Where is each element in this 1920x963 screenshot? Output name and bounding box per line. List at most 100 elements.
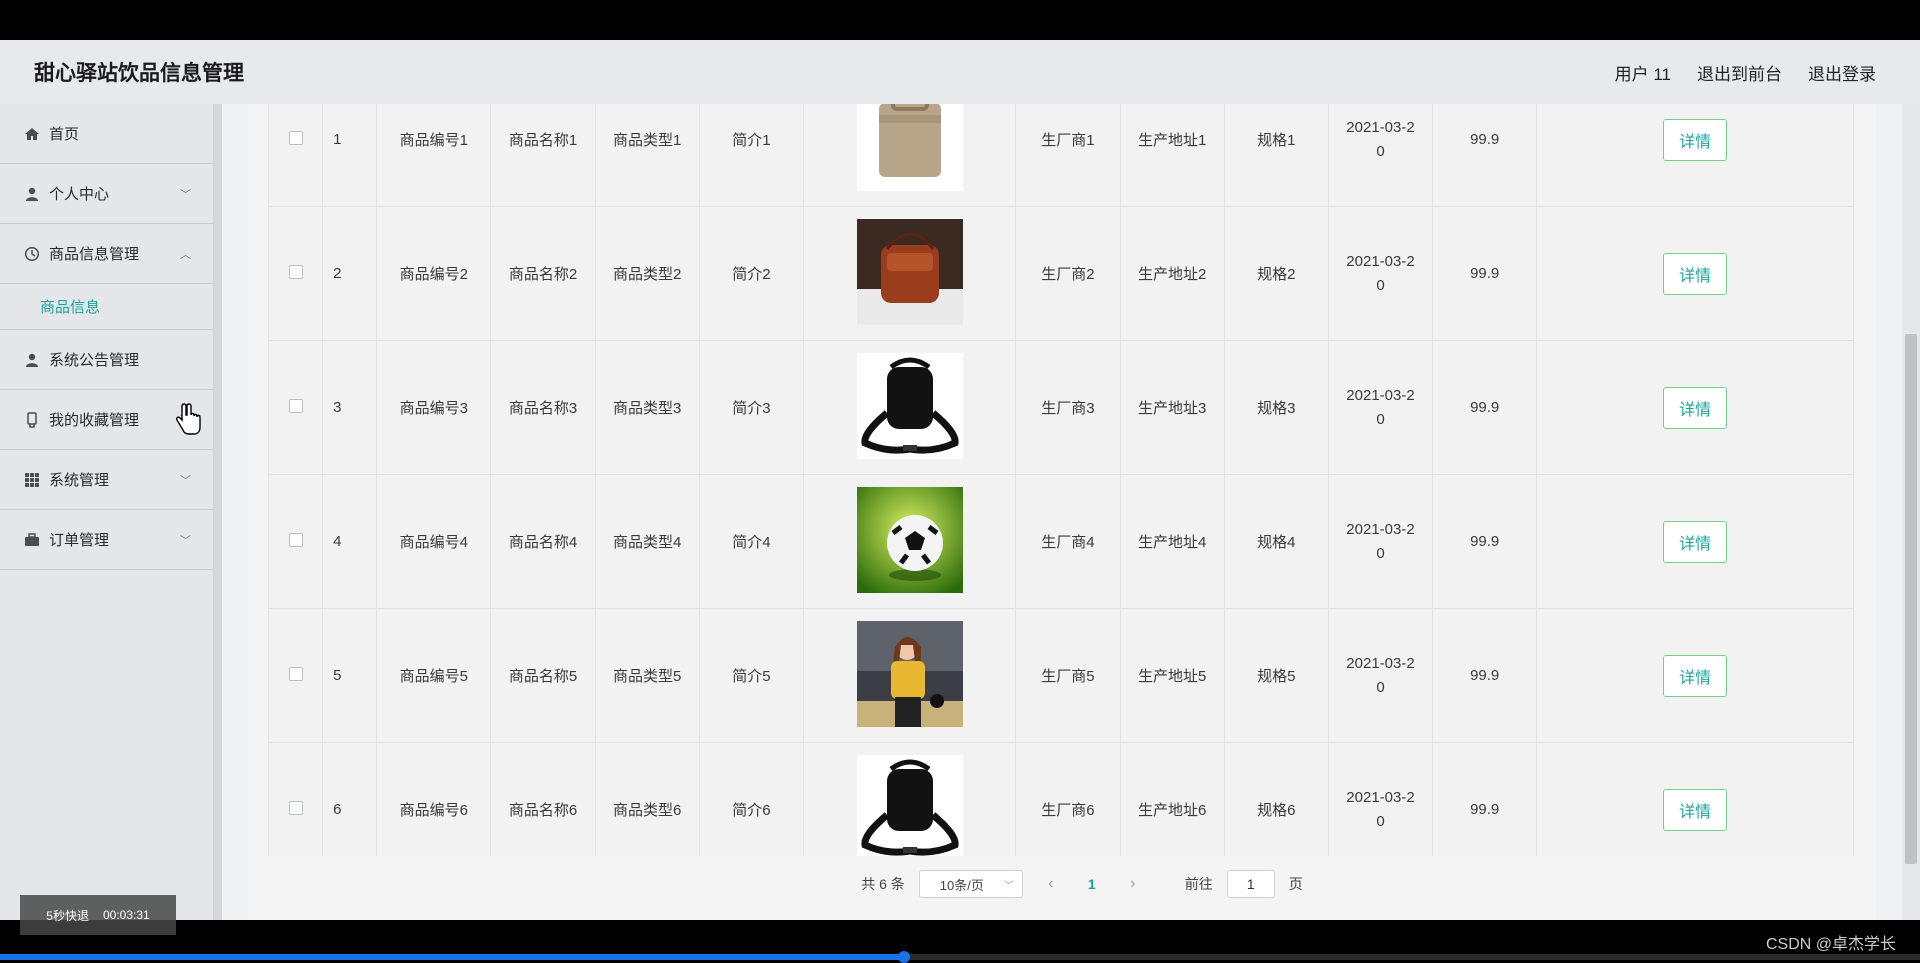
chevron-down-icon: ﹀ [180,188,191,201]
user-name[interactable]: 用户 11 [1615,60,1671,85]
goods-maker: 生厂商6 [1041,802,1095,819]
sidebar-item-orders[interactable]: 订单管理 ﹀ [0,510,213,570]
sidebar-item-label: 我的收藏管理 [49,412,140,429]
cell-type: 商品类型5 [594,608,700,743]
row-index: 2 [333,265,342,282]
goods-date-line2: 0 [1376,276,1385,294]
goods-name: 商品名称1 [508,132,578,149]
goods-intro: 简介5 [732,668,771,685]
cell-code: 商品编号4 [376,474,492,609]
rewind-label: 5秒快退 [46,908,89,923]
grid-icon [24,472,40,488]
row-checkbox[interactable] [288,800,303,815]
goods-image [856,486,963,593]
goods-spec: 规格2 [1257,266,1296,283]
cell-select [268,206,324,341]
cell-select [268,608,324,743]
next-page-icon[interactable]: › [1119,875,1147,893]
goods-price: 99.9 [1470,667,1500,684]
goods-date-line2: 0 [1376,812,1385,830]
sidebar-item-goods[interactable]: 商品信息管理 ︿ [0,224,213,284]
goods-date: 2021-03-2 0 [1329,250,1432,298]
row-checkbox[interactable] [288,666,303,681]
detail-button[interactable]: 详情 [1663,788,1728,831]
sidebar-scrollbar[interactable] [214,104,222,920]
goods-maker: 生厂商2 [1041,266,1095,283]
detail-button[interactable]: 详情 [1663,118,1728,161]
pagination: 共 6 条 10条/页 ﹀ ‹ 1 › 前往 页 [248,856,1876,912]
row-checkbox[interactable] [288,398,303,413]
prev-page-icon[interactable]: ‹ [1037,875,1065,893]
cell-maker: 生厂商6 [1015,742,1121,856]
cell-type: 商品类型6 [594,742,700,856]
sidebar-item-personal[interactable]: 个人中心 ﹀ [0,164,213,224]
page-size-value: 10条/页 [939,877,984,893]
detail-button[interactable]: 详情 [1663,520,1728,563]
goods-date: 2021-03-2 0 [1329,518,1432,566]
cell-price: 99.9 [1432,340,1538,475]
cell-select [268,104,324,207]
cell-date: 2021-03-2 0 [1327,474,1434,609]
page-scrollbar[interactable] [1902,104,1920,920]
cell-image [802,474,1017,609]
cell-type: 商品类型4 [594,474,700,609]
sidebar-item-home[interactable]: 首页 [0,104,213,164]
cell-address: 生产地址1 [1119,104,1225,207]
main-content: 1 商品编号1 商品名称1 商品类型1 简介1 生厂商1 生产地址1 规格1 2021-03-2… [248,104,1876,920]
cell-date: 2021-03-2 0 [1327,206,1434,341]
goods-name: 商品名称6 [508,802,578,819]
row-index: 1 [333,131,342,148]
goods-address: 生产地址4 [1137,534,1207,551]
home-icon [24,126,40,142]
page-size-select[interactable]: 10条/页 ﹀ [918,870,1023,898]
user-icon [24,352,40,368]
goods-price: 99.9 [1470,131,1500,148]
chevron-down-icon: ﹀ [180,534,191,547]
goods-date-line1: 2021-03-2 [1346,118,1415,136]
row-index: 6 [333,801,342,818]
cell-maker: 生厂商2 [1015,206,1121,341]
goto-page-input[interactable] [1226,870,1275,898]
detail-button[interactable]: 详情 [1663,654,1728,697]
cell-code: 商品编号3 [376,340,492,475]
detail-button[interactable]: 详情 [1663,386,1728,429]
row-checkbox[interactable] [288,130,303,145]
goods-code: 商品编号4 [399,534,468,551]
video-progress-bar[interactable] [0,951,1920,963]
sidebar-item-notice[interactable]: 系统公告管理 [0,330,213,390]
detail-button[interactable]: 详情 [1663,252,1728,295]
cell-index: 5 [322,608,378,743]
goods-price: 99.9 [1470,533,1500,550]
goods-spec: 规格4 [1257,534,1296,551]
goods-code: 商品编号5 [399,668,468,685]
row-checkbox[interactable] [288,264,303,279]
cell-spec: 规格1 [1223,104,1329,207]
goods-address: 生产地址3 [1137,400,1207,417]
to-front-link[interactable]: 退出到前台 [1697,60,1782,85]
rewind-overlay[interactable]: 5秒快退 00:03:31 [20,895,176,935]
chevron-up-icon: ︿ [180,248,191,261]
cell-action: 详情 [1536,474,1854,609]
cell-maker: 生厂商5 [1015,608,1121,743]
sidebar-subitem-goods-info[interactable]: 商品信息 [0,284,213,330]
row-checkbox[interactable] [288,532,303,547]
sidebar-item-system[interactable]: 系统管理 ﹀ [0,450,213,510]
goods-intro: 简介4 [732,534,771,551]
goods-intro: 简介6 [732,802,771,819]
logout-link[interactable]: 退出登录 [1808,60,1876,85]
sidebar-item-label: 个人中心 [49,186,110,203]
goods-spec: 规格6 [1257,802,1296,819]
progress-handle[interactable] [898,951,910,963]
sidebar-item-label: 商品信息管理 [49,246,140,263]
goods-image [856,104,963,191]
cell-type: 商品类型2 [594,206,700,341]
goods-image [856,620,963,727]
goods-intro: 简介1 [732,132,771,149]
page-number-current[interactable]: 1 [1079,876,1105,892]
sidebar-item-label: 系统管理 [49,472,110,489]
goto-label: 前往 [1184,876,1213,892]
goods-name: 商品名称3 [508,400,578,417]
goods-price: 99.9 [1470,399,1500,416]
cell-address: 生产地址5 [1119,608,1225,743]
scrollbar-thumb[interactable] [1905,334,1917,864]
